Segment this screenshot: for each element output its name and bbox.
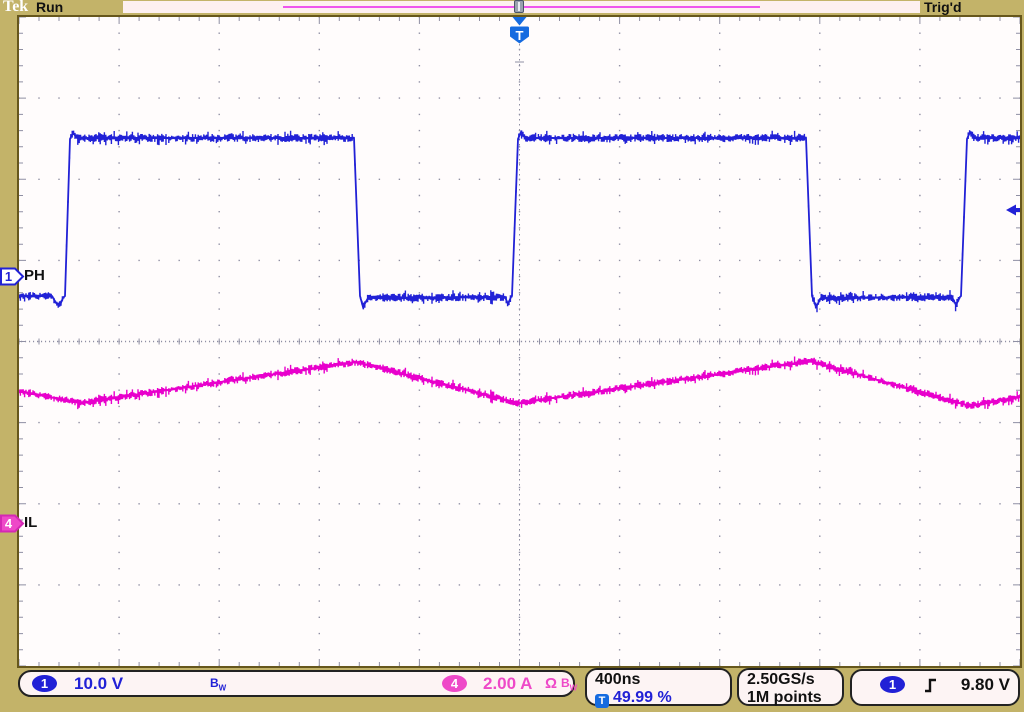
timebase-panel[interactable]: 400ns T49.99 %	[585, 668, 732, 706]
graticule-area: T	[17, 15, 1022, 668]
sample-rate: 2.50GS/s	[747, 671, 815, 689]
tek-logo: Tek	[3, 0, 28, 16]
record-view-strip	[123, 1, 920, 13]
trigger-source-badge: 1	[880, 676, 905, 693]
channel-4-impedance: Ω	[545, 675, 557, 692]
channel-1-ground-marker[interactable]: 1	[0, 267, 25, 291]
graticule-svg: T	[19, 17, 1020, 666]
record-position-marker[interactable]	[514, 0, 524, 13]
trigger-level: 9.80 V	[961, 675, 1010, 695]
trigger-position-readout: T49.99 %	[595, 689, 672, 708]
channel-4-ground-marker[interactable]: 4	[0, 514, 25, 538]
channel-1-badge: 1	[32, 675, 57, 692]
record-length: 1M points	[747, 689, 822, 707]
channel-1-bandwidth-badge: BW	[210, 676, 226, 692]
channel-1-scale: 10.0 V	[74, 674, 123, 694]
svg-text:T: T	[516, 28, 524, 43]
trigger-level-arrow-icon[interactable]	[1006, 205, 1020, 216]
channel-readout-panel[interactable]: 1 10.0 V BW 4 2.00 A Ω BW	[18, 670, 575, 697]
trigger-panel[interactable]: 1 9.80 V	[850, 669, 1020, 706]
svg-text:1: 1	[5, 269, 12, 284]
channel-4-label: IL	[24, 515, 37, 531]
trigger-top-arrow-icon	[513, 17, 527, 26]
channel-1-label: PH	[24, 268, 45, 284]
rising-edge-icon	[924, 677, 940, 693]
channel-4-badge: 4	[442, 675, 467, 692]
channel-4-scale: 2.00 A	[483, 674, 532, 694]
oscilloscope-screen: Tek Run Trig'd T 1 PH 4	[0, 0, 1024, 712]
trigger-flag-icon[interactable]: T	[510, 27, 529, 44]
channel-4-bandwidth-badge: BW	[561, 676, 577, 692]
svg-text:4: 4	[5, 516, 13, 531]
trigger-status: Trig'd	[924, 0, 962, 15]
timebase-scale: 400ns	[595, 671, 640, 689]
acquisition-status: Run	[36, 0, 63, 15]
acquisition-panel[interactable]: 2.50GS/s 1M points	[737, 668, 844, 706]
trigger-t-icon: T	[595, 694, 609, 708]
